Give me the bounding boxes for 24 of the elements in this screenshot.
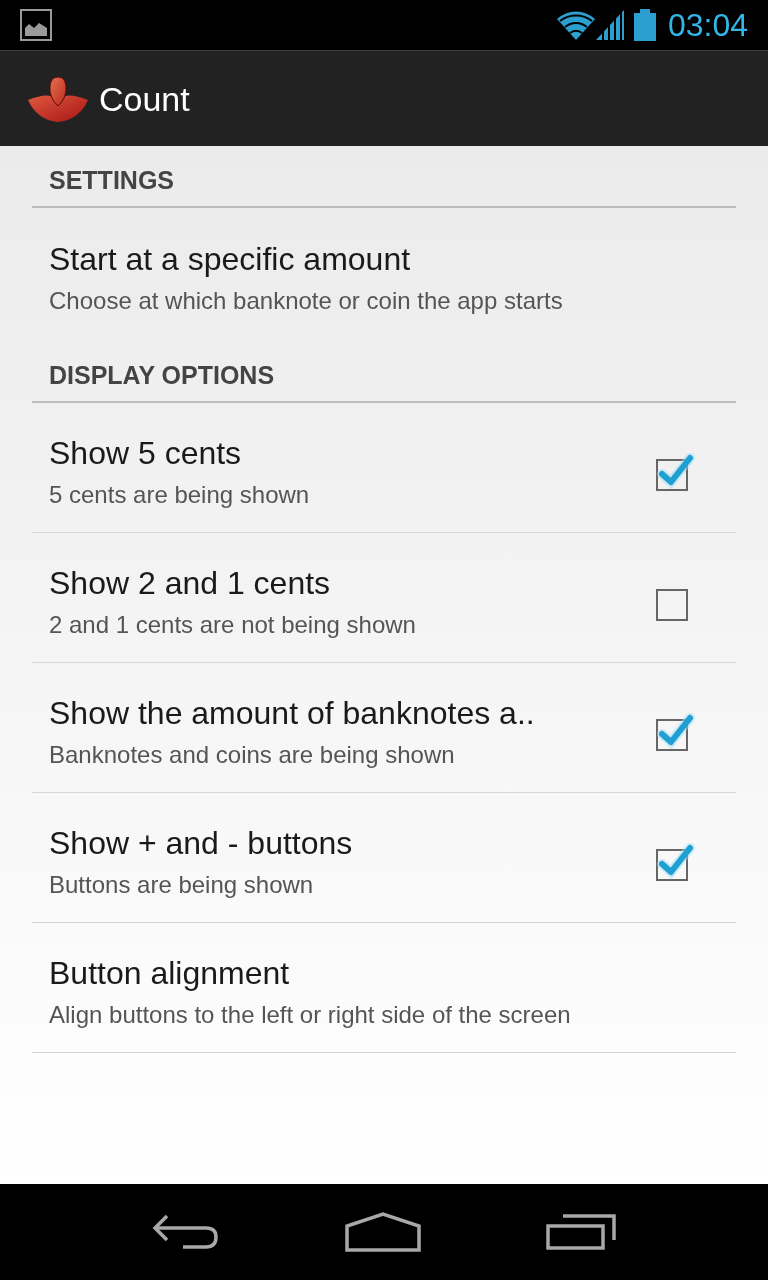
preference-title: Show 2 and 1 cents [49,564,332,603]
preference-title: Show 5 cents [49,434,243,473]
image-icon [20,9,52,41]
preference-title: Button alignment [49,954,291,993]
preference-summary: Align buttons to the left or right side of the screen [49,1000,572,1030]
preference-title: Start at a specific amount [49,240,412,279]
status-time: 03:04 [667,7,748,43]
recent-apps-icon[interactable] [545,1214,616,1250]
app-title: Count [99,78,190,119]
preference-title: Show + and - buttons [49,824,354,863]
preference-title: Show the amount of banknotes a.. [49,694,536,733]
preference-summary: 2 and 1 cents are not being shown [49,610,417,640]
app-logo-icon[interactable] [27,75,89,122]
signal-icon [595,10,624,40]
battery-icon [633,9,656,41]
back-icon[interactable] [152,1214,221,1250]
preference-summary: Choose at which banknote or coin the app starts [49,286,564,316]
wifi-icon [556,10,595,40]
section-header: DISPLAY OPTIONS [49,361,276,389]
preference-summary: Banknotes and coins are being shown [49,740,456,770]
preference-summary: 5 cents are being shown [49,480,311,510]
section-header: SETTINGS [49,166,175,194]
preference-summary: Buttons are being shown [49,870,315,900]
home-icon[interactable] [345,1212,421,1252]
